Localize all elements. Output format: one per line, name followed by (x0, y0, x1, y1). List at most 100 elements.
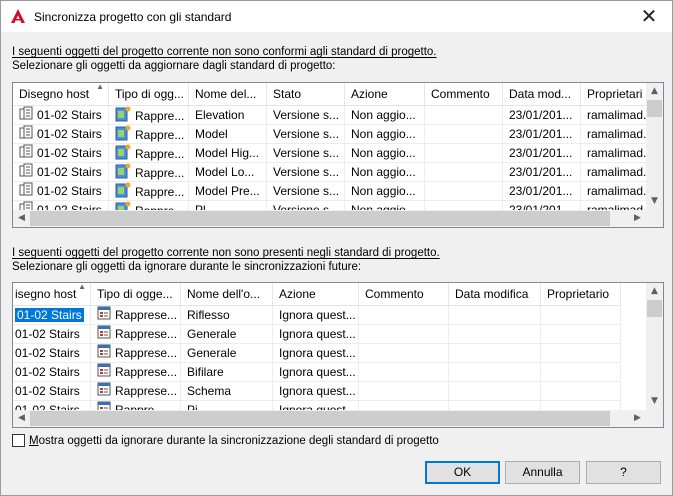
table-cell (359, 363, 449, 382)
table-row[interactable]: 01-02 Stairs Rapprese... Riflesso Ignora qu… (13, 306, 621, 325)
table-row[interactable]: 01-02 Stairs Rapprese... Generale Ignora qu… (13, 344, 621, 363)
cell-text: ramalimad... (587, 184, 651, 198)
representation-icon (115, 106, 131, 124)
missing-objects-table[interactable]: isegno host ▲ Tipo di ogge... Nome dell'o..… (12, 282, 664, 428)
scroll-thumb[interactable] (647, 300, 662, 317)
cell-text: ramalimad... (587, 146, 651, 160)
table-cell: Model Lo... (189, 163, 267, 182)
cell-text: Generale (187, 346, 237, 360)
cell-text: Ignora quest... (279, 327, 356, 341)
cell-text: Rappre... (135, 166, 185, 181)
cell-text: Riflesso (187, 308, 230, 322)
column-header[interactable]: Disegno host ▲ (13, 83, 109, 105)
table-cell: 23/01/201... (503, 125, 581, 144)
table-cell: Ignora quest... (273, 344, 359, 363)
column-header[interactable]: Proprietario (541, 283, 621, 305)
table-cell: 01-02 Stairs (13, 125, 109, 144)
cell-text: Versione s... (273, 146, 340, 160)
representation-doc-icon (97, 344, 111, 362)
section1-line1: I seguenti oggetti del progetto corrente… (12, 46, 437, 58)
horizontal-scrollbar[interactable]: ◀ ▶ (13, 210, 663, 227)
scroll-up-icon[interactable]: ▲ (646, 83, 663, 100)
table-cell: Versione s... (267, 163, 345, 182)
table-cell (449, 344, 541, 363)
column-header[interactable]: Data mod... (503, 83, 581, 105)
scroll-right-icon[interactable]: ▶ (629, 210, 646, 227)
scroll-left-icon[interactable]: ◀ (13, 210, 30, 227)
close-icon[interactable]: ✕ (626, 1, 672, 32)
sort-ascending-icon: ▲ (78, 283, 86, 291)
show-ignored-checkbox[interactable] (12, 434, 25, 447)
table-cell: 01-02 Stairs (13, 144, 109, 163)
cell-text: Ignora quest... (279, 365, 356, 379)
scroll-thumb[interactable] (30, 211, 610, 226)
table-cell: 23/01/201... (503, 182, 581, 201)
sort-ascending-icon: ▲ (96, 83, 104, 91)
column-header[interactable]: Tipo di ogge... (91, 283, 181, 305)
table-cell (541, 344, 621, 363)
representation-icon (115, 163, 131, 181)
representation-doc-icon (97, 306, 111, 324)
column-header[interactable]: Azione (273, 283, 359, 305)
column-header[interactable]: Nome del... (189, 83, 267, 105)
ok-button[interactable]: OK (425, 461, 500, 484)
table-row[interactable]: 01-02 Stairs Rappre... Model Pre... Version… (13, 182, 651, 201)
table-cell: Non aggio... (345, 106, 425, 125)
scroll-up-icon[interactable]: ▲ (646, 283, 663, 300)
column-header[interactable]: Commento (359, 283, 449, 305)
table-row[interactable]: 01-02 Stairs Rappre... Model Versione s... N… (13, 125, 651, 144)
table-cell (449, 325, 541, 344)
vertical-scrollbar[interactable]: ▲ ▼ (646, 283, 663, 410)
table-row[interactable]: 01-02 Stairs Rapprese... Generale Ignora qu… (13, 325, 621, 344)
table-row[interactable]: 01-02 Stairs Rappre... Model Hig... Version… (13, 144, 651, 163)
nonconforming-objects-table[interactable]: Disegno host ▲ Tipo di ogg... Nome del... St… (12, 82, 664, 228)
column-header[interactable]: Tipo di ogg... (109, 83, 189, 105)
table-cell: 01-02 Stairs (13, 306, 91, 325)
show-ignored-option[interactable]: Mostra oggetti da ignorare durante la si… (12, 434, 439, 447)
column-header[interactable]: Nome dell'o... (181, 283, 273, 305)
table-cell: Non aggio... (345, 125, 425, 144)
table-row[interactable]: 01-02 Stairs Rappre... Elevation Versione s… (13, 106, 651, 125)
scroll-down-icon[interactable]: ▼ (646, 393, 663, 410)
table-cell: Riflesso (181, 306, 273, 325)
help-button[interactable]: ? (586, 461, 661, 484)
cell-text: Model Lo... (195, 165, 255, 179)
show-ignored-label: Mostra oggetti da ignorare durante la si… (29, 434, 439, 447)
table-cell: Rapprese... (91, 363, 181, 382)
table-cell: Versione s... (267, 182, 345, 201)
scroll-left-icon[interactable]: ◀ (13, 410, 30, 427)
table-cell: Generale (181, 344, 273, 363)
horizontal-scrollbar[interactable]: ◀ ▶ (13, 410, 663, 427)
cell-text: Non aggio... (351, 108, 416, 122)
scroll-right-icon[interactable]: ▶ (629, 410, 646, 427)
cell-text: Versione s... (273, 108, 340, 122)
column-header[interactable]: Stato (267, 83, 345, 105)
vertical-scrollbar[interactable]: ▲ ▼ (646, 83, 663, 210)
column-header[interactable]: Commento (425, 83, 503, 105)
scroll-down-icon[interactable]: ▼ (646, 193, 663, 210)
cell-text: Rappre... (135, 147, 185, 162)
table-row[interactable]: 01-02 Stairs Rapprese... Schema Ignora ques… (13, 382, 621, 401)
table-cell (425, 106, 503, 125)
cancel-button[interactable]: Annulla (505, 461, 580, 484)
stair-object-icon (19, 182, 33, 200)
section2-description: I seguenti oggetti del progetto corrente… (12, 246, 440, 274)
cell-text: Versione s... (273, 127, 340, 141)
column-header[interactable]: isegno host ▲ (13, 283, 91, 305)
table-row[interactable]: 01-02 Stairs Rapprese... Bifilare Ignora qu… (13, 363, 621, 382)
cell-text: Model (195, 127, 228, 141)
column-header[interactable]: Azione (345, 83, 425, 105)
table-cell: Elevation (189, 106, 267, 125)
column-header[interactable]: Proprietari (581, 83, 651, 105)
table-cell (359, 325, 449, 344)
column-header[interactable]: Data modifica (449, 283, 541, 305)
table-cell: Rapprese... (91, 325, 181, 344)
stair-object-icon (19, 106, 33, 124)
table-row[interactable]: 01-02 Stairs Rappre... Model Lo... Versione… (13, 163, 651, 182)
table-cell: 23/01/201... (503, 144, 581, 163)
cell-text: 01-02 Stairs (15, 346, 80, 360)
cell-text: 01-02 Stairs (37, 108, 102, 123)
scroll-thumb[interactable] (30, 411, 610, 426)
cell-text: Rapprese... (115, 308, 178, 323)
scroll-thumb[interactable] (647, 100, 662, 117)
